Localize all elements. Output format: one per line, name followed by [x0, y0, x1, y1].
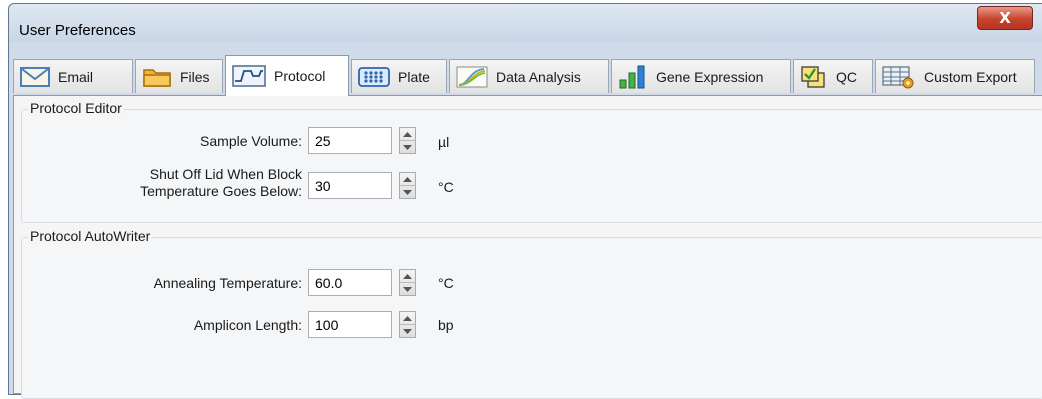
- spin-down-icon[interactable]: [400, 282, 415, 295]
- tab-label: Plate: [398, 68, 430, 85]
- protocol-curve-icon: [232, 65, 266, 87]
- tab-email[interactable]: Email: [13, 59, 133, 93]
- lid-shutoff-temp-input[interactable]: [308, 172, 392, 199]
- group-title: Protocol AutoWriter: [28, 228, 153, 244]
- spin-up-icon[interactable]: [400, 270, 415, 282]
- envelope-icon: [20, 66, 50, 88]
- protocol-tab-panel: Protocol Editor Sample Volume: µl Shut O…: [13, 95, 1042, 399]
- tab-custom-export[interactable]: Custom Export: [875, 59, 1035, 93]
- spin-up-icon[interactable]: [400, 128, 415, 140]
- amplicon-length-label: Amplicon Length:: [193, 317, 302, 333]
- table-export-icon: [882, 65, 916, 89]
- spin-down-icon[interactable]: [400, 140, 415, 153]
- annealing-temperature-unit: °C: [438, 275, 454, 291]
- amplicon-length-input[interactable]: [308, 311, 392, 338]
- tab-label: Custom Export: [924, 68, 1017, 85]
- lid-shutoff-spinner[interactable]: [399, 172, 416, 199]
- tab-gene-expression[interactable]: Gene Expression: [611, 59, 791, 93]
- spin-down-icon[interactable]: [400, 185, 415, 198]
- tab-label: Email: [58, 68, 94, 85]
- close-button[interactable]: X: [977, 6, 1033, 30]
- protocol-editor-group: Protocol Editor Sample Volume: µl Shut O…: [21, 100, 1042, 223]
- tab-bar: Email Files Protocol Plate Data Analysis…: [13, 55, 1042, 96]
- amplicon-length-spinner[interactable]: [399, 311, 416, 338]
- sample-volume-unit: µl: [438, 134, 450, 150]
- window-title: User Preferences: [19, 22, 136, 39]
- lid-shutoff-unit: °C: [438, 179, 454, 195]
- tab-label: Files: [180, 68, 210, 85]
- tab-qc[interactable]: QC: [793, 59, 873, 93]
- bar-chart-icon: [618, 65, 648, 89]
- annealing-temperature-input[interactable]: [308, 269, 392, 296]
- spin-up-icon[interactable]: [400, 173, 415, 185]
- tab-label: QC: [836, 68, 857, 85]
- tab-protocol[interactable]: Protocol: [225, 55, 349, 96]
- sample-volume-label: Sample Volume:: [200, 133, 302, 149]
- amplification-curves-icon: [456, 66, 488, 88]
- spin-up-icon[interactable]: [400, 312, 415, 324]
- sample-volume-spinner[interactable]: [399, 127, 416, 154]
- amplicon-length-unit: bp: [438, 317, 454, 333]
- protocol-autowriter-group: Protocol AutoWriter Annealing Temperatur…: [21, 228, 1042, 399]
- plate-grid-icon: [358, 66, 390, 88]
- tab-label: Data Analysis: [496, 68, 581, 85]
- group-title: Protocol Editor: [28, 100, 124, 116]
- tab-data-analysis[interactable]: Data Analysis: [449, 59, 609, 93]
- tab-label: Gene Expression: [656, 68, 764, 85]
- folder-icon: [142, 66, 172, 88]
- checkbox-stack-icon: [800, 65, 828, 89]
- title-bar[interactable]: User Preferences X: [9, 4, 1042, 42]
- user-preferences-window: User Preferences X Email Files Protocol …: [8, 3, 1042, 399]
- annealing-temperature-label: Annealing Temperature:: [153, 275, 302, 291]
- tab-files[interactable]: Files: [135, 59, 223, 93]
- tab-plate[interactable]: Plate: [351, 59, 447, 93]
- tab-label: Protocol: [274, 68, 326, 84]
- close-icon: X: [999, 9, 1011, 27]
- annealing-temperature-spinner[interactable]: [399, 269, 416, 296]
- lid-shutoff-label-line2: Temperature Goes Below:: [140, 183, 302, 199]
- spin-down-icon[interactable]: [400, 324, 415, 337]
- sample-volume-input[interactable]: [308, 127, 392, 154]
- lid-shutoff-label-line1: Shut Off Lid When Block: [149, 166, 302, 182]
